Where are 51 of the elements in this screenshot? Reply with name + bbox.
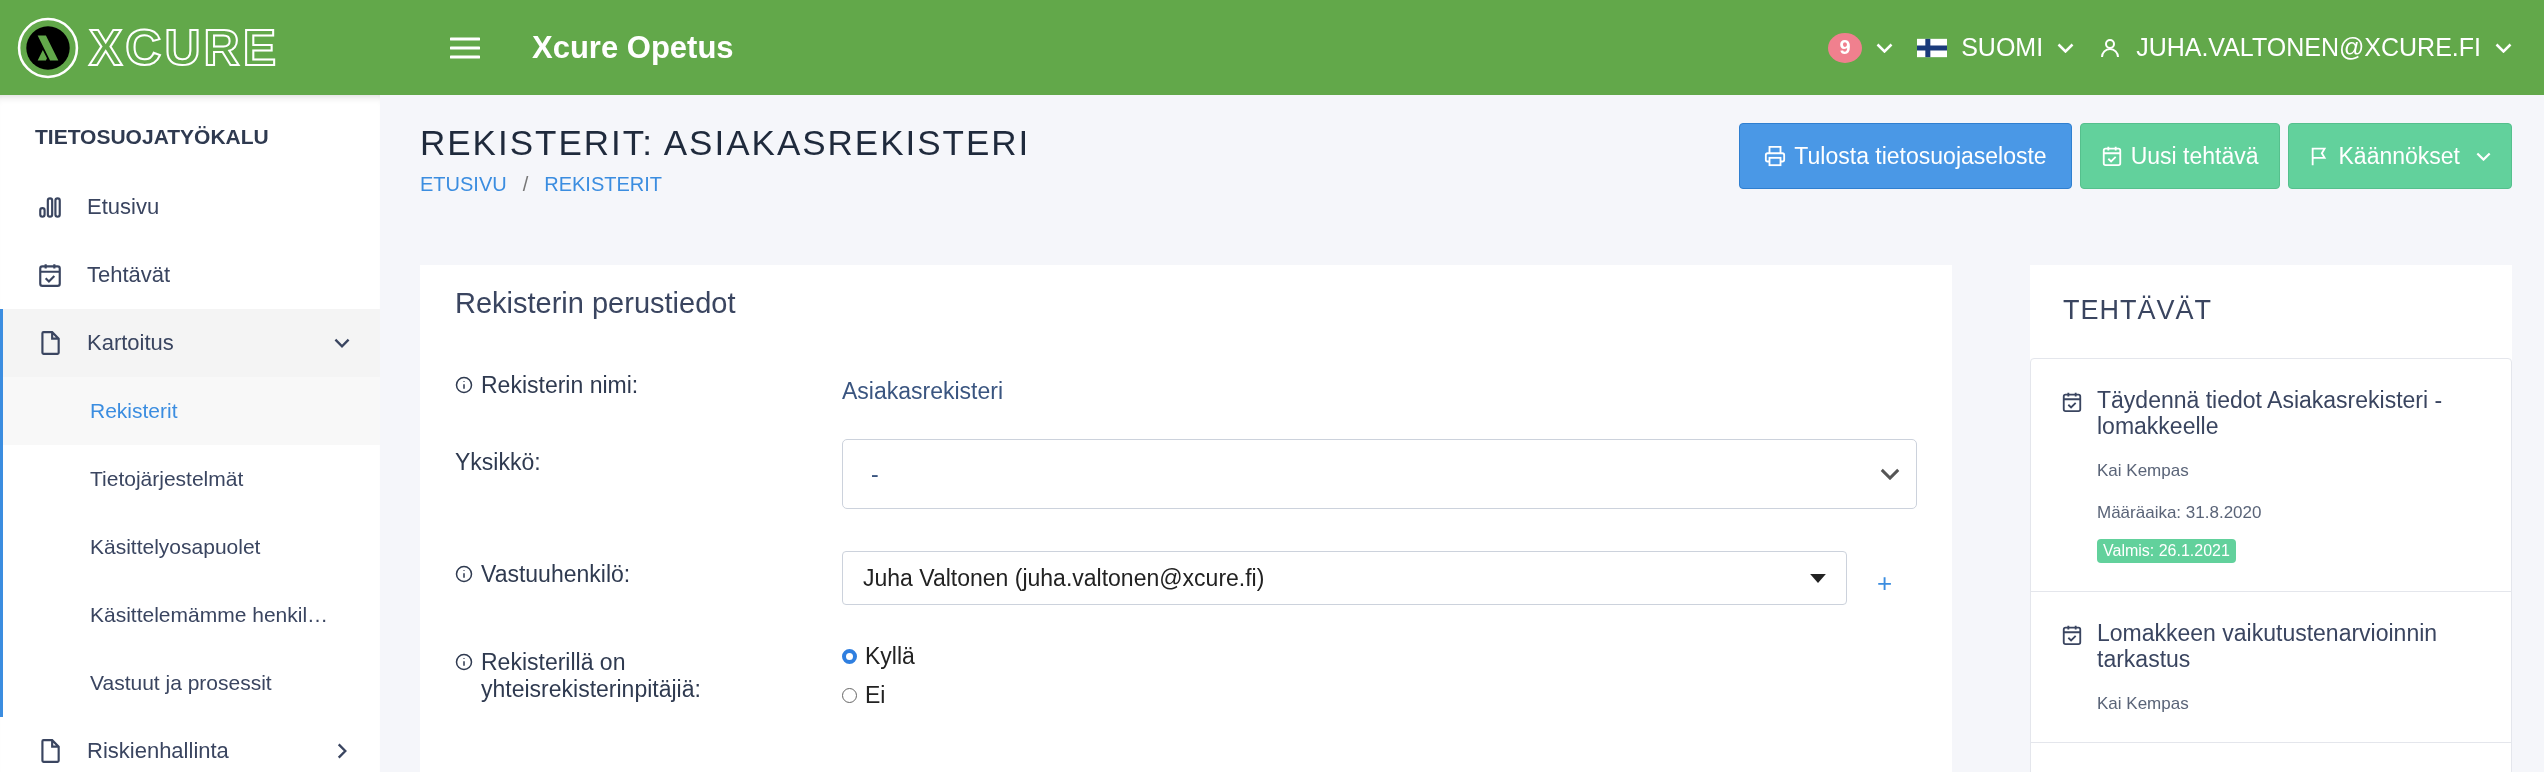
chevron-down-icon: [1876, 42, 1894, 53]
finnish-flag-icon: [1917, 37, 1948, 58]
chevron-down-icon: [2495, 42, 2512, 53]
panel-heading: TEHTÄVÄT: [2062, 294, 2213, 327]
task-deadline: Määräaika: 31.8.2020: [2097, 503, 2262, 523]
card-title: Rekisterin perustiedot: [455, 287, 737, 320]
sidebar-subitem[interactable]: Tietojärjestelmät: [3, 445, 380, 513]
chevron-down-icon: [2057, 42, 2075, 53]
sidebar-heading: TIETOSUOJATYÖKALU: [34, 124, 270, 150]
chevron-down-icon: [1880, 468, 1900, 480]
sidebar-subitem[interactable]: Käsittelyosapuolet: [3, 513, 380, 581]
sidebar-item[interactable]: Tehtävät: [0, 241, 380, 309]
chevron-down-icon: [2476, 151, 2491, 161]
task-assignee: Kai Kempas: [2097, 461, 2189, 481]
info-icon: [455, 376, 473, 394]
sidebar-subitem[interactable]: Käsittelemämme henkil…: [3, 581, 380, 649]
sidebar-item[interactable]: Riskienhallinta: [0, 717, 380, 772]
sidebar-item[interactable]: Etusivu: [0, 173, 380, 241]
field-label: Rekisterillä on yhteisrekisterinpitäjiä:: [481, 649, 702, 703]
menu-icon[interactable]: [450, 36, 480, 59]
page-title: REKISTERIT: ASIAKASREKISTERI: [420, 123, 1031, 163]
chevron-right-icon: [337, 743, 347, 759]
task-title[interactable]: Lomakkeen vaikutustenarvioinnin tarkastus: [2097, 620, 2481, 672]
unit-select[interactable]: -: [842, 439, 1917, 509]
logo-icon: [17, 16, 79, 79]
status-badge: Valmis: 26.1.2021: [2097, 539, 2236, 563]
bar-chart-icon: [37, 194, 63, 220]
person-select[interactable]: Juha Valtonen (juha.valtonen@xcure.fi): [842, 551, 1847, 605]
radio-option[interactable]: Kyllä: [842, 643, 915, 670]
sidebar-item[interactable]: Kartoitus: [3, 309, 380, 377]
calendar-check-icon: [2061, 624, 2083, 646]
calendar-check-icon: [37, 262, 63, 288]
info-icon: [455, 565, 473, 583]
field-label: Yksikkö:: [455, 449, 542, 476]
info-icon: [455, 653, 473, 671]
printer-icon: [1764, 145, 1787, 167]
task-assignee: Kai Kempas: [2097, 694, 2189, 714]
logo-text: XCURE: [89, 18, 280, 77]
radio-button[interactable]: [842, 649, 857, 664]
task-title[interactable]: Täydennä tiedot Asiakasrekisteri -lomakkeelle: [2097, 387, 2481, 439]
dropdown-triangle-icon: [1810, 573, 1826, 583]
app-title: Xcure Opetus: [532, 29, 734, 66]
breadcrumb-separator: /: [522, 173, 529, 196]
radio-option[interactable]: Ei: [842, 682, 915, 709]
field-value: Asiakasrekisteri: [842, 378, 1004, 405]
field-label: Rekisterin nimi:: [481, 372, 640, 399]
sidebar-subitem[interactable]: Vastuut ja prosessit: [3, 649, 380, 717]
calendar-check-icon: [2100, 145, 2123, 167]
field-label: Vastuuhenkilö:: [481, 561, 632, 588]
calendar-check-icon: [2061, 391, 2083, 413]
chevron-down-icon: [334, 338, 350, 348]
